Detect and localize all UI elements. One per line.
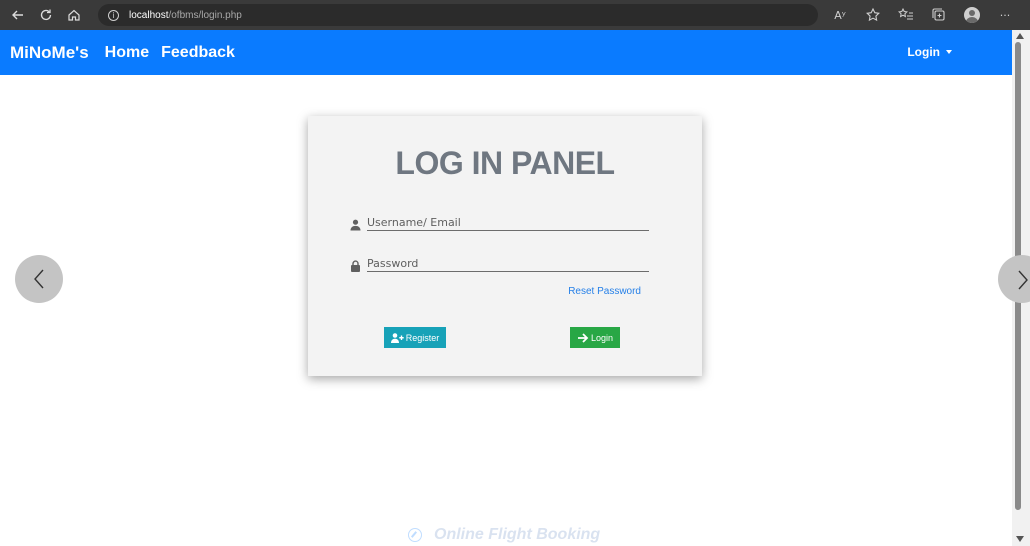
register-button[interactable]: Register [384, 327, 446, 348]
username-input[interactable] [367, 214, 649, 231]
nav-home-link[interactable]: Home [105, 44, 149, 62]
panel-title: LOG IN PANEL [395, 145, 615, 181]
info-symbol: i [112, 10, 115, 20]
nav-feedback-link[interactable]: Feedback [161, 44, 235, 62]
brand-logo-text[interactable]: MiNoMe's [10, 43, 89, 63]
refresh-icon[interactable] [36, 5, 56, 25]
url-path: /ofbms/login.php [168, 9, 242, 21]
footer-brand: Online Flight Booking [408, 526, 600, 544]
footer-brand-text: Online Flight Booking [434, 526, 601, 543]
carousel-prev-button[interactable] [15, 255, 63, 303]
password-field-group [350, 255, 649, 273]
scroll-down-arrow-icon[interactable] [1016, 536, 1024, 542]
arrow-right-icon [577, 332, 589, 343]
reset-password-link[interactable]: Reset Password [568, 286, 641, 297]
user-plus-icon [390, 332, 404, 343]
password-input[interactable] [367, 255, 649, 272]
browser-actions: Aʸ ··· [832, 0, 1030, 30]
scroll-up-arrow-icon[interactable] [1016, 33, 1024, 39]
user-icon [350, 219, 361, 231]
home-icon[interactable] [64, 5, 84, 25]
favorite-add-icon[interactable] [865, 7, 881, 23]
register-button-label: Register [405, 332, 440, 343]
chevron-left-icon [34, 269, 44, 289]
browser-toolbar: i localhost/ofbms/login.php Aʸ ··· [0, 0, 1030, 30]
compass-icon [408, 528, 422, 542]
carousel-next-button[interactable] [998, 255, 1030, 303]
site-navbar: MiNoMe's Home Feedback Login [0, 30, 1012, 75]
login-dropdown[interactable]: Login [907, 45, 952, 59]
username-field-group [350, 214, 649, 232]
info-icon[interactable]: i [108, 9, 119, 21]
collections-icon[interactable] [931, 7, 947, 23]
login-button-label: Login [590, 332, 614, 343]
url-host: localhost [129, 9, 169, 21]
profile-avatar-icon[interactable] [964, 7, 980, 23]
read-aloud-icon[interactable]: Aʸ [832, 7, 848, 23]
login-panel: LOG IN PANEL Reset Password Register Log… [308, 116, 702, 376]
back-icon[interactable] [8, 5, 28, 25]
address-bar[interactable]: i localhost/ofbms/login.php [98, 4, 818, 26]
more-options-icon[interactable]: ··· [997, 7, 1013, 23]
caret-down-icon [946, 50, 952, 54]
chevron-right-icon [1018, 270, 1028, 290]
login-button[interactable]: Login [570, 327, 620, 348]
login-dropdown-label: Login [907, 45, 940, 59]
favorites-icon[interactable] [898, 7, 914, 23]
lock-icon [351, 260, 360, 272]
